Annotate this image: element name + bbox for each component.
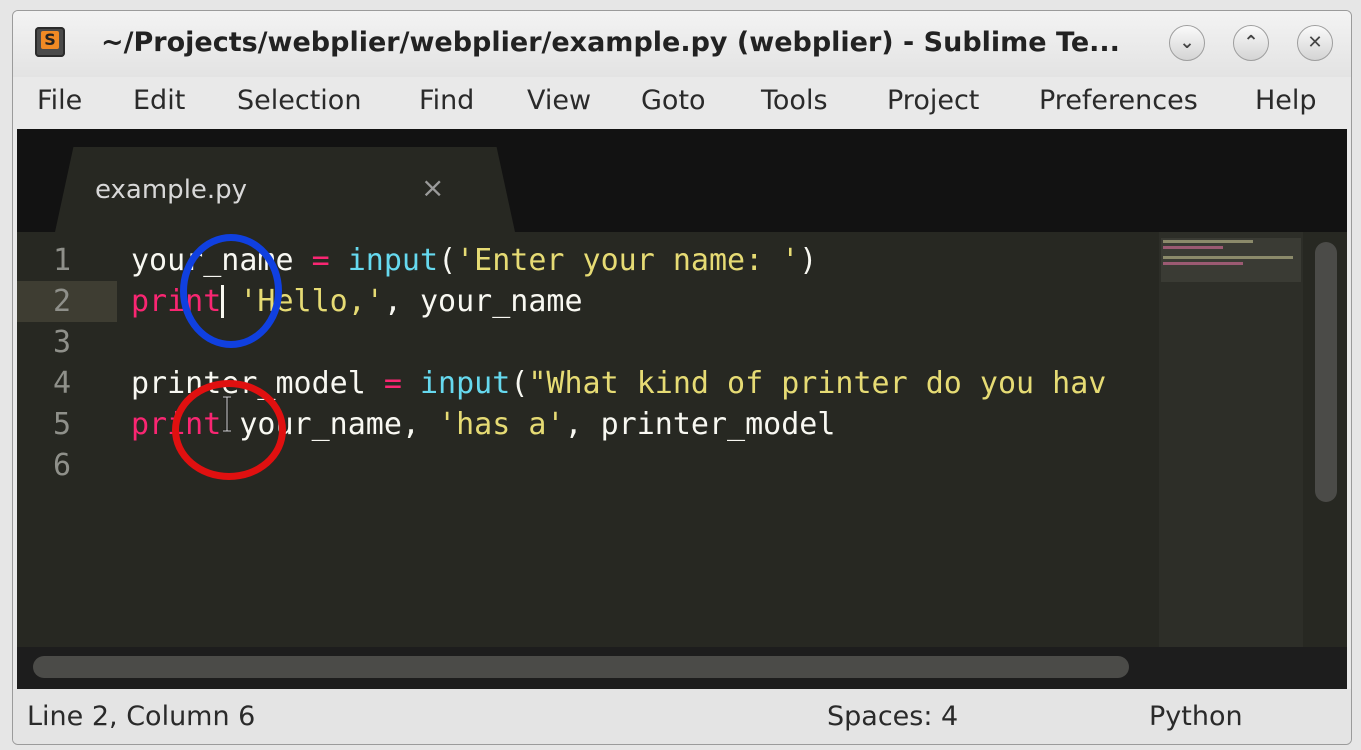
menu-view[interactable]: View [527, 85, 591, 116]
minimap-viewport[interactable] [1161, 238, 1301, 282]
line-number: 5 [53, 407, 72, 442]
title-bar: S ~/Projects/webplier/webplier/example.p… [13, 11, 1351, 77]
horizontal-scrollbar[interactable] [33, 656, 1129, 678]
menu-find[interactable]: Find [419, 85, 474, 116]
menu-preferences[interactable]: Preferences [1039, 85, 1198, 116]
maximize-button[interactable]: ⌃ [1233, 25, 1269, 61]
menu-edit[interactable]: Edit [133, 85, 185, 116]
menu-tools[interactable]: Tools [761, 85, 828, 116]
code-text: printer_model = input("What kind of prin… [131, 366, 1107, 401]
line-number: 3 [53, 325, 72, 360]
menu-bar: File Edit Selection Find View Goto Tools… [13, 77, 1351, 129]
line-number: 1 [53, 243, 72, 278]
tab-bar: example.py × [17, 129, 1347, 232]
tab-label[interactable]: example.py [95, 175, 247, 205]
close-window-button[interactable]: ✕ [1297, 25, 1333, 61]
menu-project[interactable]: Project [887, 85, 979, 116]
menu-help[interactable]: Help [1255, 85, 1317, 116]
menu-goto[interactable]: Goto [641, 85, 706, 116]
tab-close-icon[interactable]: × [421, 171, 444, 204]
minimap-line [1163, 262, 1243, 265]
blue-annotation-circle [180, 234, 282, 348]
status-indentation[interactable]: Spaces: 4 [827, 701, 958, 732]
line-number: 6 [53, 448, 72, 483]
sublime-window: S ~/Projects/webplier/webplier/example.p… [12, 10, 1352, 745]
line-number: 2 [53, 284, 72, 319]
status-syntax[interactable]: Python [1149, 701, 1243, 732]
minimize-button[interactable]: ⌄ [1169, 25, 1205, 61]
sublime-text-icon: S [35, 27, 65, 57]
window-title: ~/Projects/webplier/webplier/example.py … [101, 27, 1120, 58]
menu-selection[interactable]: Selection [237, 85, 361, 116]
line-number: 4 [53, 366, 72, 401]
mouse-ibeam-cursor-icon [223, 396, 231, 432]
minimap-line [1163, 246, 1223, 249]
minimap-line [1163, 256, 1293, 259]
status-bar: Line 2, Column 6 Spaces: 4 Python [13, 689, 1351, 744]
minimap-line [1163, 240, 1253, 243]
minimap[interactable] [1159, 232, 1303, 652]
menu-file[interactable]: File [37, 85, 82, 116]
vertical-scrollbar[interactable] [1315, 242, 1337, 502]
horizontal-scrollbar-track [17, 647, 1347, 689]
status-position[interactable]: Line 2, Column 6 [27, 701, 255, 732]
